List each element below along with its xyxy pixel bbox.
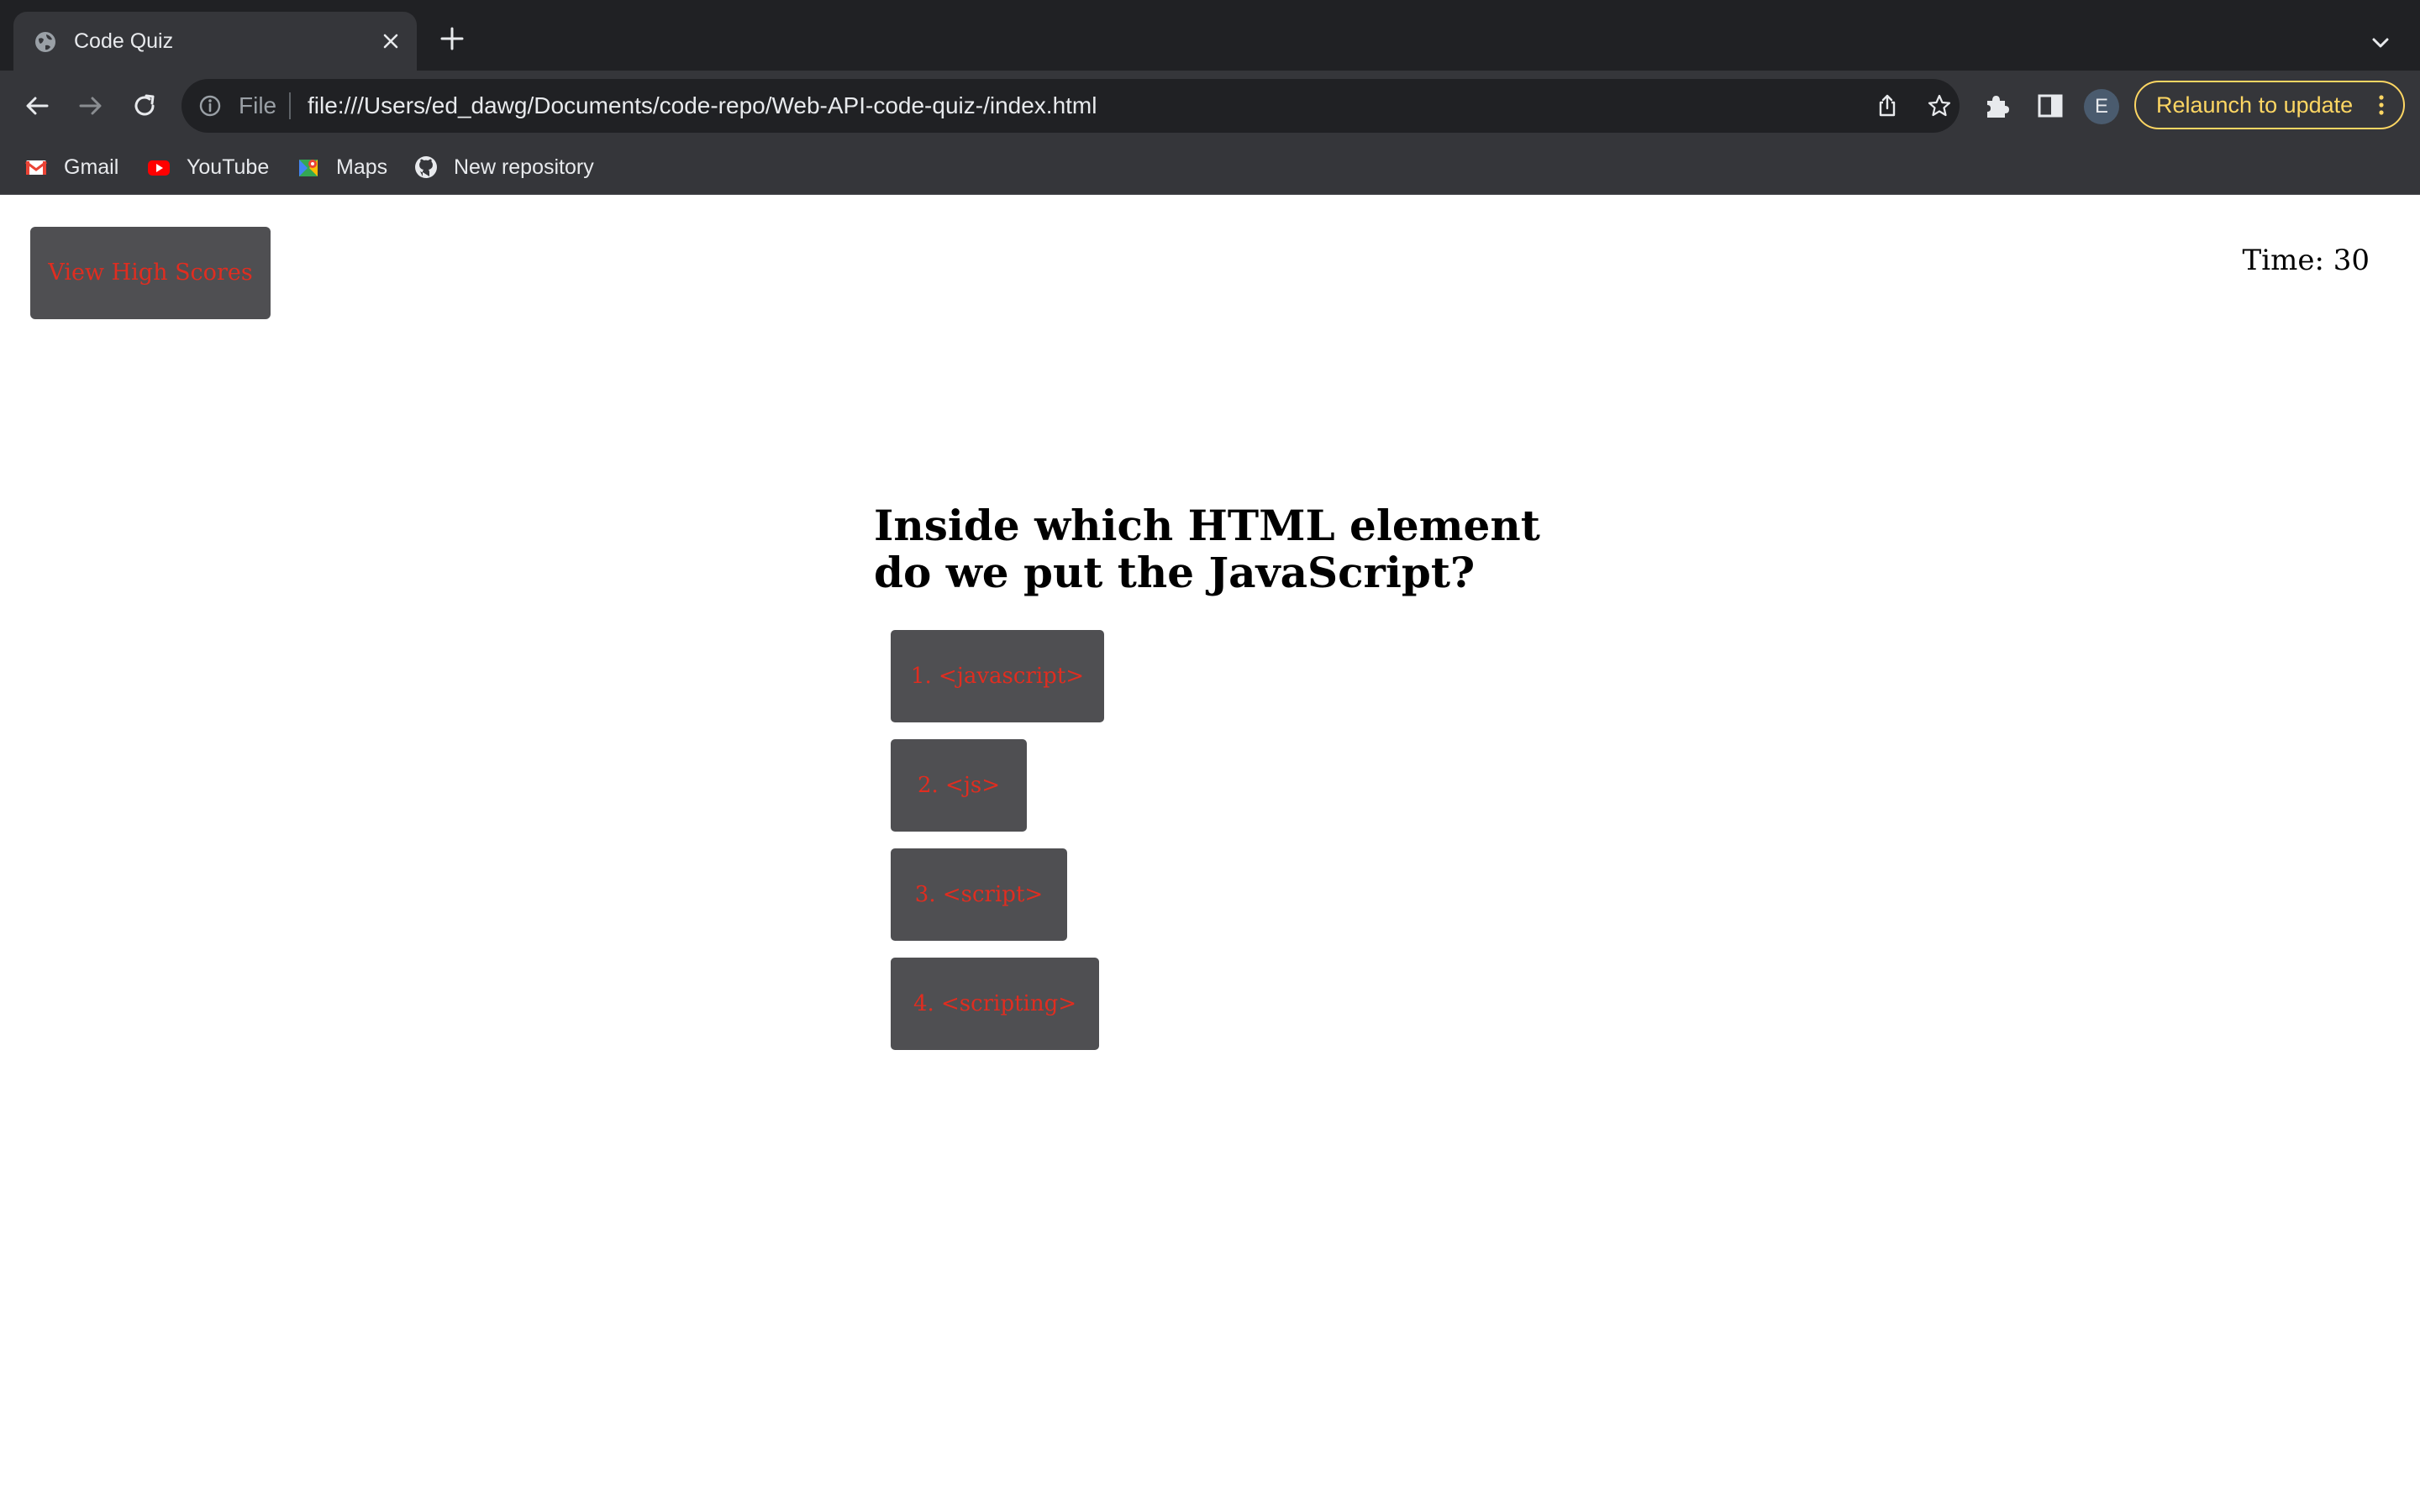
browser-toolbar: File file:///Users/ed_dawg/Documents/cod… xyxy=(0,71,2420,141)
tab-code-quiz[interactable]: Code Quiz xyxy=(13,12,417,71)
answer-button-4[interactable]: 4. <scripting> xyxy=(891,958,1099,1050)
scheme-label: File xyxy=(239,92,277,118)
chevron-down-icon[interactable] xyxy=(2368,30,2393,55)
share-icon[interactable] xyxy=(1874,92,1901,119)
maps-icon xyxy=(299,160,318,176)
github-icon xyxy=(415,156,437,178)
omnibox-divider xyxy=(289,92,291,119)
bookmark-new-repository[interactable]: New repository xyxy=(413,153,608,181)
new-tab-plus-icon[interactable] xyxy=(439,25,466,52)
profile-avatar[interactable]: E xyxy=(2084,89,2119,124)
relaunch-label: Relaunch to update xyxy=(2156,92,2354,118)
bookmark-label: Gmail xyxy=(64,155,119,179)
bookmarks-bar: Gmail YouTube Maps New repository xyxy=(0,141,2420,195)
question-title: Inside which HTML element do we put the … xyxy=(874,501,1540,597)
globe-icon xyxy=(35,32,55,52)
timer-display: Time: 30 xyxy=(2242,244,2370,277)
answer-button-2[interactable]: 2. <js> xyxy=(891,739,1027,832)
page-content: View High Scores Time: 30 Inside which H… xyxy=(0,195,2420,1512)
tab-title: Code Quiz xyxy=(74,29,174,53)
bookmark-maps[interactable]: Maps xyxy=(296,153,397,181)
info-icon[interactable] xyxy=(198,94,222,118)
more-vertical-icon xyxy=(2379,95,2384,115)
bookmark-gmail[interactable]: Gmail xyxy=(24,153,124,181)
forward-arrow-icon[interactable] xyxy=(74,89,108,123)
view-high-scores-button[interactable]: View High Scores xyxy=(30,227,271,319)
url-text[interactable]: file:///Users/ed_dawg/Documents/code-rep… xyxy=(308,92,1097,119)
side-panel-icon[interactable] xyxy=(2033,89,2067,123)
bookmark-label: New repository xyxy=(454,155,594,179)
back-arrow-icon[interactable] xyxy=(20,89,54,123)
reload-icon[interactable] xyxy=(128,89,161,123)
close-icon[interactable] xyxy=(380,30,402,52)
answer-button-1[interactable]: 1. <javascript> xyxy=(891,630,1104,722)
bookmark-label: Maps xyxy=(336,155,388,179)
bookmark-label: YouTube xyxy=(187,155,270,179)
answer-button-3[interactable]: 3. <script> xyxy=(891,848,1067,941)
youtube-icon xyxy=(148,160,170,176)
extensions-puzzle-icon[interactable] xyxy=(1980,89,2013,123)
bookmark-youtube[interactable]: YouTube xyxy=(146,153,272,181)
gmail-icon xyxy=(25,160,47,175)
star-icon[interactable] xyxy=(1926,92,1953,119)
relaunch-to-update-button[interactable]: Relaunch to update xyxy=(2134,81,2405,129)
tab-strip: Code Quiz xyxy=(0,0,2420,71)
address-bar[interactable]: File file:///Users/ed_dawg/Documents/cod… xyxy=(182,79,1960,133)
